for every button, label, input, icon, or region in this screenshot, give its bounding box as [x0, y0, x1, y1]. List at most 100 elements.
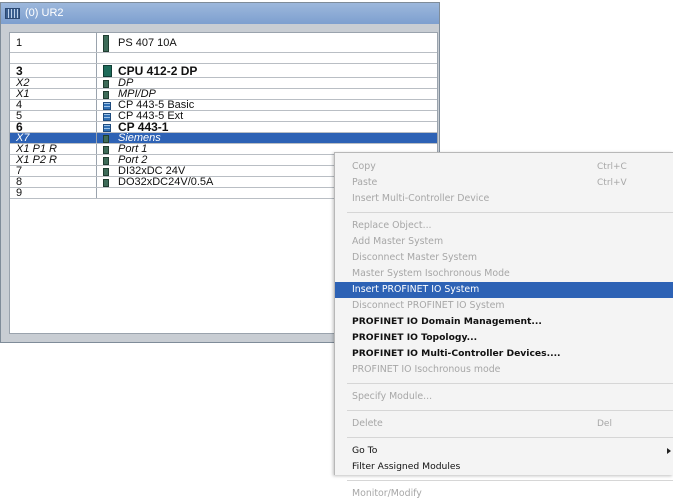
- slot-number: 8: [16, 176, 23, 188]
- rack-row[interactable]: 5 CP 443-5 Ext: [10, 110, 437, 122]
- menu-item-specify-module[interactable]: Specify Module...: [335, 389, 673, 405]
- menu-item-profinet-io-topology[interactable]: PROFINET IO Topology...: [335, 330, 673, 346]
- menu-item-profinet-io-isochronous-mode[interactable]: PROFINET IO Isochronous mode: [335, 362, 673, 378]
- slot-number: 7: [16, 165, 23, 177]
- column-separator: [96, 133, 97, 143]
- module-name: CPU 412-2 DP: [118, 63, 198, 78]
- column-separator: [96, 64, 97, 77]
- menu-item-disconnect-profinet-io-system[interactable]: Disconnect PROFINET IO System: [335, 298, 673, 314]
- menu-item-label: Go To: [352, 445, 378, 456]
- column-separator: [96, 166, 97, 176]
- menu-item-label: PROFINET IO Topology...: [352, 332, 478, 343]
- rack-icon: [5, 8, 20, 19]
- menu-item-label: Replace Object...: [352, 220, 432, 231]
- slot-number: 3: [16, 63, 23, 78]
- menu-item-disconnect-master-system[interactable]: Disconnect Master System: [335, 250, 673, 266]
- slot-number: X7: [16, 132, 30, 144]
- module-name: DO32xDC24V/0.5A: [118, 176, 214, 188]
- menu-separator: [347, 212, 673, 213]
- menu-item-label: Copy: [352, 161, 376, 172]
- menu-item-label: Monitor/Modify: [352, 488, 422, 499]
- menu-item-go-to[interactable]: Go To: [335, 443, 673, 459]
- menu-separator: [347, 480, 673, 481]
- slot-number: 9: [16, 187, 23, 199]
- slot-number: 4: [16, 99, 23, 111]
- menu-item-label: Master System Isochronous Mode: [352, 268, 510, 279]
- column-separator: [96, 78, 97, 88]
- menu-item-paste[interactable]: Paste Ctrl+V: [335, 175, 673, 191]
- module-name: Siemens: [118, 132, 161, 144]
- context-menu: Copy Ctrl+C Paste Ctrl+V Insert Multi-Contro…: [334, 152, 673, 499]
- rack-row[interactable]: 4 CP 443-5 Basic: [10, 99, 437, 111]
- module-name: PS 407 10A: [118, 36, 177, 49]
- menu-item-label: Filter Assigned Modules: [352, 461, 461, 472]
- rack-title: (0) UR2: [25, 7, 64, 19]
- column-separator: [96, 155, 97, 165]
- menu-separator: [347, 383, 673, 384]
- module-name: DI32xDC 24V: [118, 165, 186, 177]
- module-name: DP: [118, 77, 134, 89]
- module-icon: [103, 146, 109, 154]
- cpu-module-icon: [103, 65, 112, 77]
- menu-separator: [347, 437, 673, 438]
- cp-module-icon: [103, 124, 111, 132]
- module-name: Port 2: [118, 154, 148, 166]
- column-separator: [96, 53, 97, 63]
- rack-row[interactable]: X2 DP: [10, 77, 437, 89]
- menu-item-add-master-system[interactable]: Add Master System: [335, 234, 673, 250]
- menu-item-label: Insert PROFINET IO System: [352, 284, 480, 295]
- cp-module-icon: [103, 113, 111, 121]
- column-separator: [96, 144, 97, 154]
- rack-title-bar[interactable]: (0) UR2: [1, 3, 439, 24]
- menu-item-label: Paste: [352, 177, 378, 188]
- menu-item-label: Delete: [352, 418, 383, 429]
- rack-row[interactable]: 3 CPU 412-2 DP: [10, 64, 437, 78]
- menu-item-label: Disconnect Master System: [352, 252, 478, 263]
- menu-item-label: Specify Module...: [352, 391, 433, 402]
- menu-item-copy[interactable]: Copy Ctrl+C: [335, 159, 673, 175]
- module-name: MPI/DP: [118, 88, 156, 100]
- rack-row[interactable]: X1 MPI/DP: [10, 88, 437, 100]
- module-icon: [103, 135, 109, 143]
- menu-item-profinet-io-multi-controller-devices[interactable]: PROFINET IO Multi-Controller Devices....: [335, 346, 673, 362]
- menu-item-label: Insert Multi-Controller Device: [352, 193, 490, 204]
- menu-item-profinet-io-domain-management[interactable]: PROFINET IO Domain Management...: [335, 314, 673, 330]
- column-separator: [96, 188, 97, 198]
- column-separator: [96, 100, 97, 110]
- slot-number: X1 P1 R: [16, 143, 57, 155]
- module-icon: [103, 157, 109, 165]
- column-separator: [96, 111, 97, 121]
- menu-item-label: PROFINET IO Domain Management...: [352, 316, 542, 327]
- submenu-arrow-icon: [667, 448, 671, 454]
- cp-module-icon: [103, 102, 111, 110]
- slot-number: X1: [16, 88, 30, 100]
- rack-row[interactable]: X7 Siemens: [10, 132, 437, 144]
- slot-number: X2: [16, 77, 30, 89]
- menu-item-shortcut: Del: [597, 419, 612, 429]
- module-icon: [103, 91, 109, 99]
- rack-row[interactable]: 1 PS 407 10A: [10, 33, 437, 53]
- menu-item-label: PROFINET IO Isochronous mode: [352, 364, 501, 375]
- menu-item-shortcut: Ctrl+V: [597, 178, 627, 188]
- module-name: CP 443-1: [118, 120, 169, 134]
- rack-empty-row[interactable]: [10, 53, 437, 64]
- module-name: Port 1: [118, 143, 148, 155]
- menu-item-insert-multi-controller-device[interactable]: Insert Multi-Controller Device: [335, 191, 673, 207]
- column-separator: [96, 177, 97, 187]
- menu-item-filter-assigned-modules[interactable]: Filter Assigned Modules: [335, 459, 673, 475]
- column-separator: [96, 33, 97, 52]
- menu-item-master-system-isochronous-mode[interactable]: Master System Isochronous Mode: [335, 266, 673, 282]
- menu-item-monitor-modify[interactable]: Monitor/Modify: [335, 486, 673, 502]
- menu-item-insert-profinet-io-system[interactable]: Insert PROFINET IO System: [335, 282, 673, 298]
- menu-item-label: Add Master System: [352, 236, 444, 247]
- menu-item-delete[interactable]: Delete Del: [335, 416, 673, 432]
- module-name: CP 443-5 Basic: [118, 99, 195, 111]
- module-icon: [103, 179, 109, 187]
- menu-item-replace-object[interactable]: Replace Object...: [335, 218, 673, 234]
- module-icon: [103, 35, 109, 52]
- slot-number: 6: [16, 120, 23, 134]
- module-icon: [103, 80, 109, 88]
- rack-row[interactable]: 6 CP 443-1: [10, 120, 437, 134]
- menu-item-label: PROFINET IO Multi-Controller Devices....: [352, 348, 561, 359]
- module-icon: [103, 168, 109, 176]
